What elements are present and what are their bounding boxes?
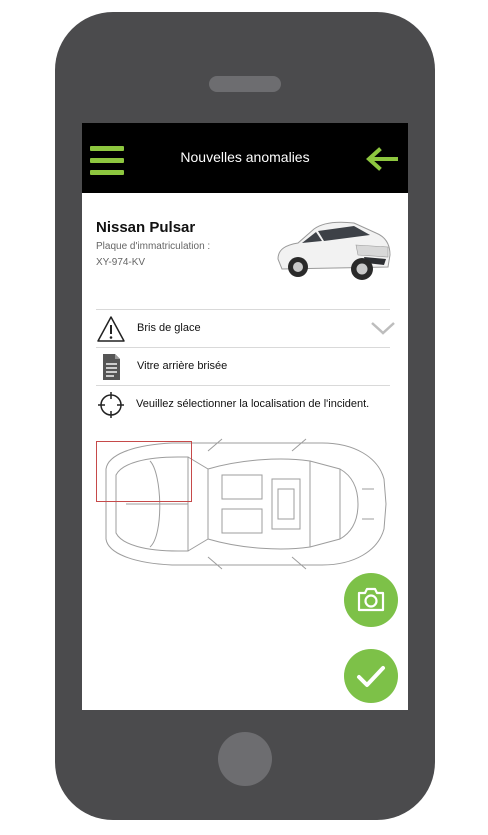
location-prompt: Veuillez sélectionner la localisation de… xyxy=(96,385,390,424)
description-value: Vitre arrière brisée xyxy=(137,360,228,372)
plate-value: XY-974-KV xyxy=(96,257,146,268)
warning-icon xyxy=(97,316,125,342)
arrow-left-icon[interactable] xyxy=(366,147,400,171)
document-icon xyxy=(103,354,120,380)
plate-label: Plaque d'immatriculation : xyxy=(96,241,211,252)
camera-icon xyxy=(357,587,385,612)
damage-type-select[interactable]: Bris de glace xyxy=(96,309,395,348)
top-bar: Nouvelles anomalies xyxy=(82,123,408,193)
camera-button[interactable] xyxy=(344,573,398,627)
location-hint: Veuillez sélectionner la localisation de… xyxy=(136,398,370,410)
app-screen: Nouvelles anomalies Nissan Pulsar Plaque… xyxy=(82,123,408,710)
description-field[interactable]: Vitre arrière brisée xyxy=(96,347,390,386)
damage-type-value: Bris de glace xyxy=(137,322,201,334)
vehicle-name: Nissan Pulsar xyxy=(96,219,196,236)
phone-speaker xyxy=(209,76,281,92)
confirm-button[interactable] xyxy=(344,649,398,703)
check-icon xyxy=(357,666,385,687)
home-button[interactable] xyxy=(218,732,272,786)
vehicle-photo xyxy=(277,221,391,280)
selected-area[interactable] xyxy=(96,441,192,502)
crosshair-icon xyxy=(98,392,124,418)
page-title: Nouvelles anomalies xyxy=(180,149,310,165)
chevron-down-icon[interactable] xyxy=(370,318,396,338)
hamburger-icon[interactable] xyxy=(90,146,124,176)
